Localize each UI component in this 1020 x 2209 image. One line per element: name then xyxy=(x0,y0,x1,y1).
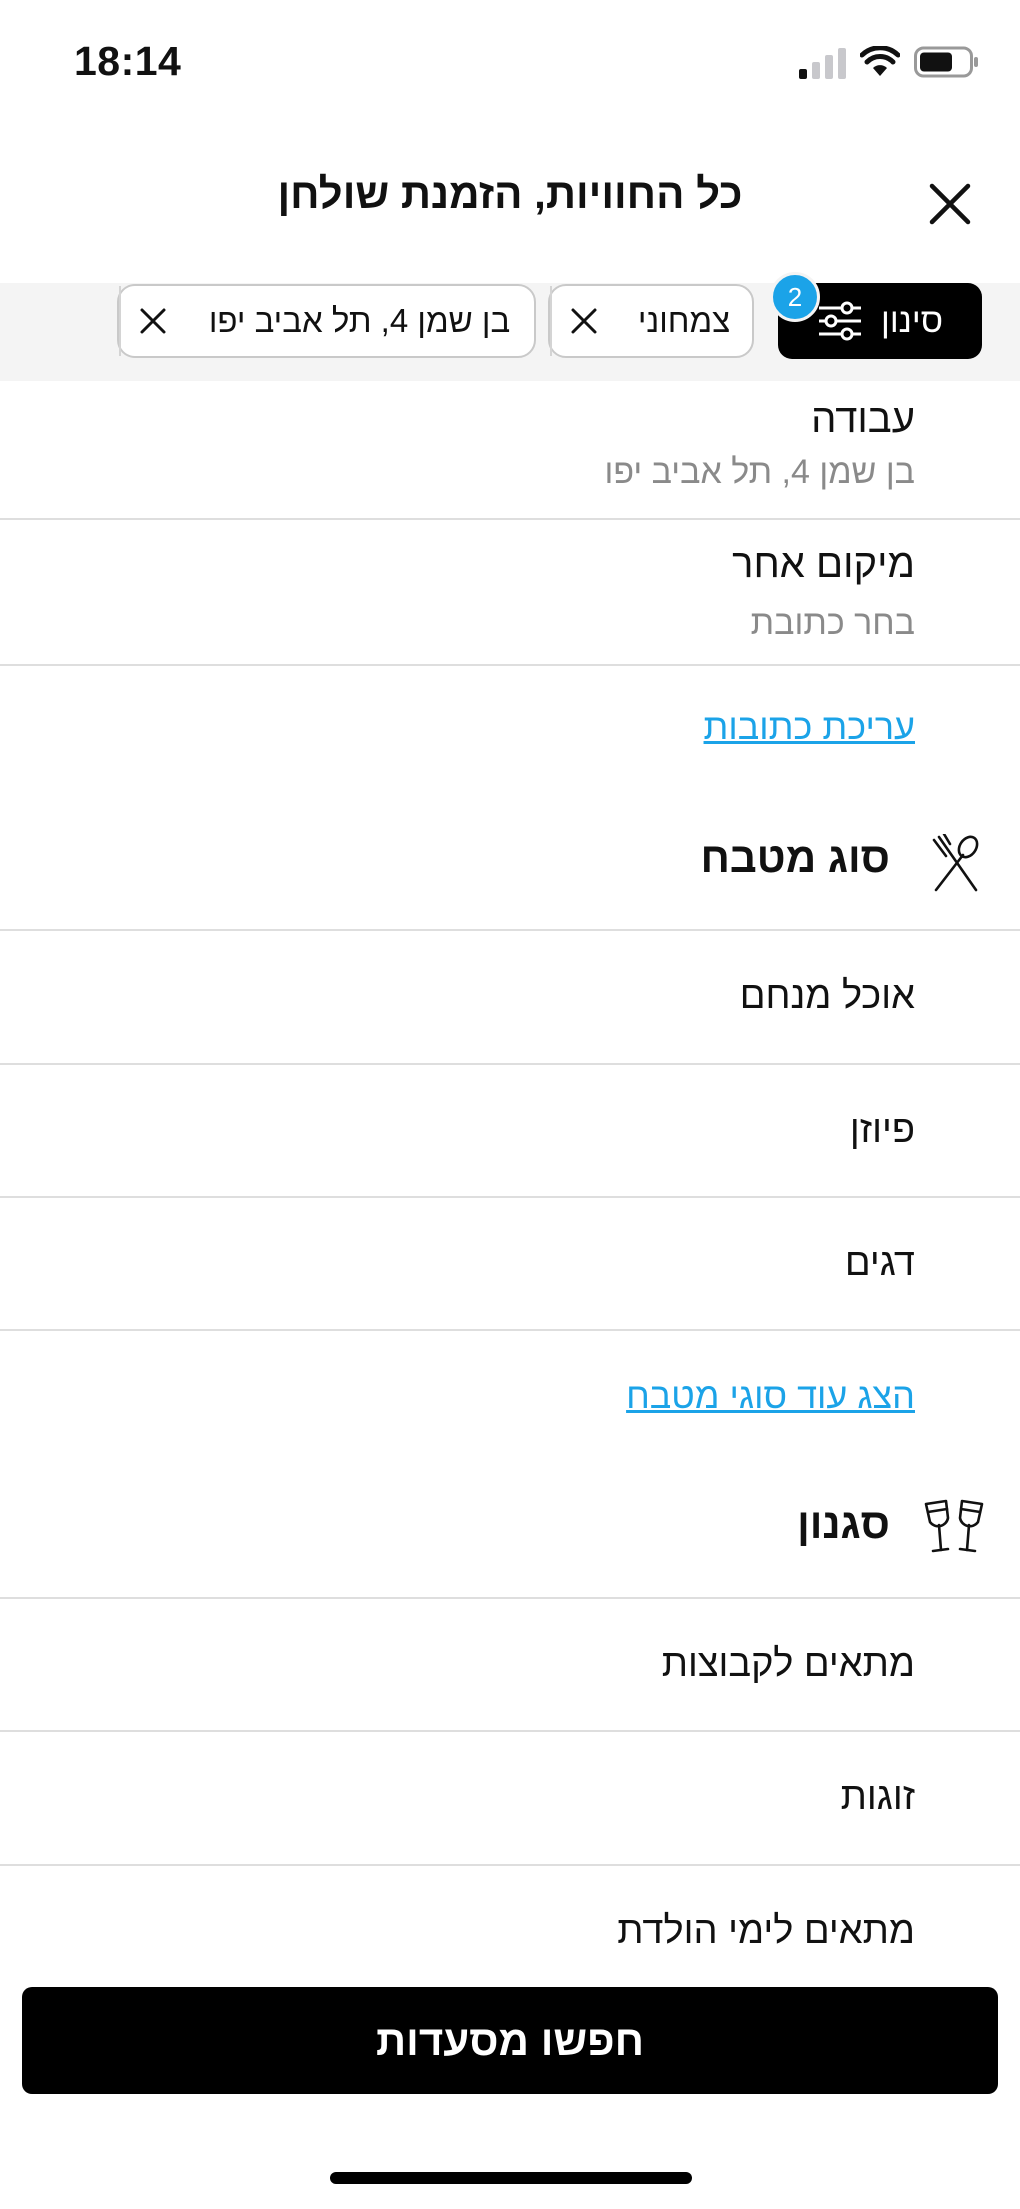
close-icon xyxy=(929,183,971,225)
close-icon xyxy=(571,308,597,334)
wifi-icon xyxy=(860,46,900,76)
fork-spoon-icon xyxy=(932,834,979,892)
location-subtitle: בחר כתובת xyxy=(750,604,915,642)
location-subtitle: בן שמן 4, תל אביב יפו xyxy=(604,453,915,491)
status-icons xyxy=(799,42,980,82)
home-indicator xyxy=(330,2172,692,2184)
battery-icon xyxy=(914,46,978,78)
location-title: עבודה xyxy=(811,397,915,441)
cuisine-option-label: פיוזן xyxy=(849,1109,915,1151)
page-title: כל החוויות, הזמנת שולחן xyxy=(277,170,743,217)
style-option[interactable]: זוגות xyxy=(0,1732,1020,1866)
location-title: מיקום אחר xyxy=(732,542,915,586)
location-option-work[interactable]: עבודה בן שמן 4, תל אביב יפו xyxy=(0,381,1020,520)
chip-label: צמחוני xyxy=(637,302,731,339)
sliders-icon xyxy=(818,301,861,341)
cuisine-option[interactable]: דגים xyxy=(0,1198,1020,1331)
show-more-cuisines-link[interactable]: הצג עוד סוגי מטבח xyxy=(626,1375,915,1417)
filter-chip-address: בן שמן 4, תל אביב יפו xyxy=(117,284,536,358)
edit-addresses-link[interactable]: עריכת כתובות xyxy=(704,706,915,748)
style-option-label: מתאים לימי הולדת xyxy=(617,1910,915,1952)
cuisine-option[interactable]: אוכל מנחם xyxy=(0,931,1020,1065)
chip-label: בן שמן 4, תל אביב יפו xyxy=(208,302,511,339)
cuisine-option[interactable]: פיוזן xyxy=(0,1065,1020,1198)
cuisine-section-title: סוג מטבח xyxy=(700,834,890,881)
wine-glasses-icon xyxy=(924,1499,984,1553)
close-icon xyxy=(140,308,166,334)
search-restaurants-button[interactable]: חפשו מסעדות xyxy=(22,1987,998,2094)
style-option[interactable]: מתאים לימי הולדת xyxy=(0,1866,1020,1986)
filter-count-badge: 2 xyxy=(770,272,820,322)
style-option[interactable]: מתאים לקבוצות xyxy=(0,1599,1020,1732)
remove-chip-button[interactable] xyxy=(119,286,185,356)
status-time: 18:14 xyxy=(74,38,182,84)
style-option-label: מתאים לקבוצות xyxy=(661,1643,915,1685)
location-option-other[interactable]: מיקום אחר בחר כתובת xyxy=(0,520,1020,666)
filter-button-label: סינון xyxy=(880,301,944,340)
close-button[interactable] xyxy=(922,176,978,232)
cuisine-option-label: אוכל מנחם xyxy=(739,975,915,1017)
filter-chip-vegetarian: צמחוני xyxy=(548,284,754,358)
style-option-label: זוגות xyxy=(840,1776,915,1818)
cuisine-option-label: דגים xyxy=(844,1242,915,1284)
style-section-title: סגנון xyxy=(797,1500,890,1547)
cellular-signal-icon xyxy=(799,45,846,79)
remove-chip-button[interactable] xyxy=(550,286,616,356)
